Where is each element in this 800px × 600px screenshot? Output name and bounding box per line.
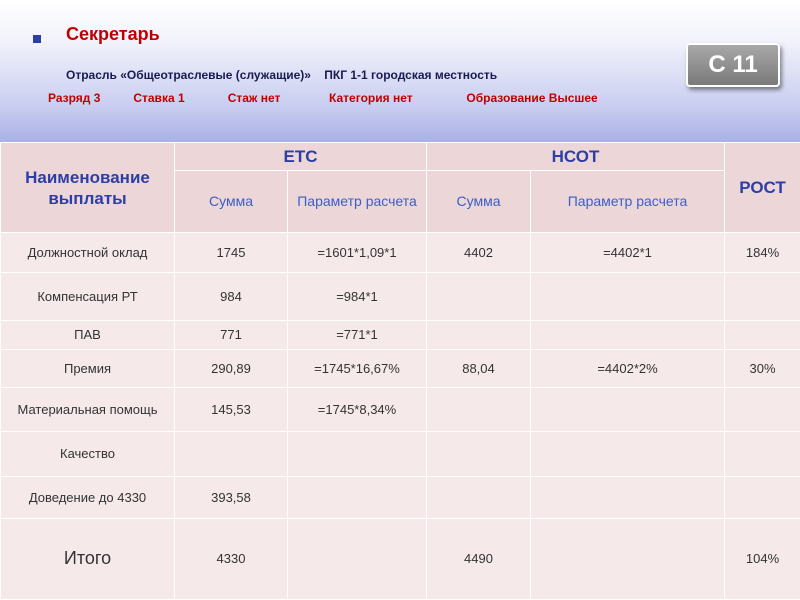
nsot-sum-cell	[426, 272, 531, 321]
etc-sum-cell: 984	[174, 272, 288, 321]
param-category: Категория нет	[329, 91, 413, 105]
etc-sum-cell: 771	[174, 319, 288, 351]
nsot-param-cell	[530, 475, 725, 519]
nsot-param-cell: =4402*1	[530, 231, 725, 274]
growth-cell	[724, 386, 800, 433]
etc-param-cell: =1745*16,67%	[287, 349, 427, 388]
row-label: Качество	[0, 431, 175, 477]
column-header-nsot-sum: Сумма	[426, 170, 531, 233]
table-row: Компенсация РТ 984 =984*1	[0, 272, 800, 321]
etc-sum-cell: 290,89	[174, 349, 288, 388]
growth-cell	[724, 431, 800, 477]
total-growth: 104%	[724, 517, 800, 600]
column-group-nsot: НСОТ	[426, 142, 725, 171]
etc-sum-cell: 393,58	[174, 475, 288, 519]
employee-parameters: Разряд 3 Ставка 1 Стаж нет Категория нет…	[48, 91, 598, 105]
etc-sum-cell: 145,53	[174, 386, 288, 433]
table-row: Доведение до 4330 393,58	[0, 475, 800, 519]
column-header-growth: РОСТ	[724, 142, 800, 233]
param-rate: Ставка 1	[133, 91, 185, 105]
slide-header: Секретарь Отрасль «Общеотраслевые (служа…	[0, 0, 800, 142]
growth-cell: 30%	[724, 349, 800, 388]
row-label: Компенсация РТ	[0, 272, 175, 321]
salary-comparison-table: Наименование выплаты ЕТС НСОТ РОСТ Сумма…	[0, 142, 800, 600]
growth-cell	[724, 319, 800, 351]
growth-cell	[724, 475, 800, 519]
nsot-sum-cell	[426, 319, 531, 351]
table-row: Материальная помощь 145,53 =1745*8,34%	[0, 386, 800, 433]
code-badge: С 11	[686, 43, 780, 87]
column-header-etc-sum: Сумма	[174, 170, 288, 233]
nsot-param-cell	[530, 386, 725, 433]
growth-cell: 184%	[724, 231, 800, 274]
industry-subtitle: Отрасль «Общеотраслевые (служащие)» ПКГ …	[66, 68, 498, 82]
nsot-param-cell	[530, 272, 725, 321]
param-grade: Разряд 3	[48, 91, 101, 105]
row-label: Доведение до 4330	[0, 475, 175, 519]
etc-param-cell: =1745*8,34%	[287, 386, 427, 433]
square-bullet-icon	[33, 35, 41, 43]
param-experience: Стаж нет	[227, 91, 281, 105]
etc-param-cell: =1601*1,09*1	[287, 231, 427, 274]
nsot-sum-cell: 88,04	[426, 349, 531, 388]
etc-param-cell	[287, 475, 427, 519]
etc-param-cell	[287, 431, 427, 477]
nsot-sum-cell	[426, 386, 531, 433]
nsot-sum-cell: 4402	[426, 231, 531, 274]
row-label: Должностной оклад	[0, 231, 175, 274]
nsot-param-cell	[530, 319, 725, 351]
growth-cell	[724, 272, 800, 321]
table-row: Премия 290,89 =1745*16,67% 88,04 =4402*2…	[0, 349, 800, 388]
column-group-etc: ЕТС	[174, 142, 427, 171]
table-row: Должностной оклад 1745 =1601*1,09*1 4402…	[0, 231, 800, 274]
total-etc-sum: 4330	[174, 517, 288, 600]
total-nsot-param	[530, 517, 725, 600]
nsot-sum-cell	[426, 475, 531, 519]
column-header-nsot-param: Параметр расчета	[530, 170, 725, 233]
etc-param-cell: =984*1	[287, 272, 427, 321]
total-etc-param	[287, 517, 427, 600]
row-label: Материальная помощь	[0, 386, 175, 433]
nsot-sum-cell	[426, 431, 531, 477]
table-row-total: Итого 4330 4490 104%	[0, 517, 800, 600]
total-label: Итого	[0, 517, 175, 600]
param-education: Образование Высшее	[466, 91, 598, 105]
page-title: Секретарь	[66, 24, 160, 44]
etc-param-cell: =771*1	[287, 319, 427, 351]
nsot-param-cell	[530, 431, 725, 477]
total-nsot-sum: 4490	[426, 517, 531, 600]
etc-sum-cell: 1745	[174, 231, 288, 274]
nsot-param-cell: =4402*2%	[530, 349, 725, 388]
row-label: Премия	[0, 349, 175, 388]
column-header-etc-param: Параметр расчета	[287, 170, 427, 233]
table-row: ПАВ 771 =771*1	[0, 319, 800, 351]
row-label: ПАВ	[0, 319, 175, 351]
etc-sum-cell	[174, 431, 288, 477]
table-row: Качество	[0, 431, 800, 477]
column-header-name: Наименование выплаты	[0, 142, 175, 233]
